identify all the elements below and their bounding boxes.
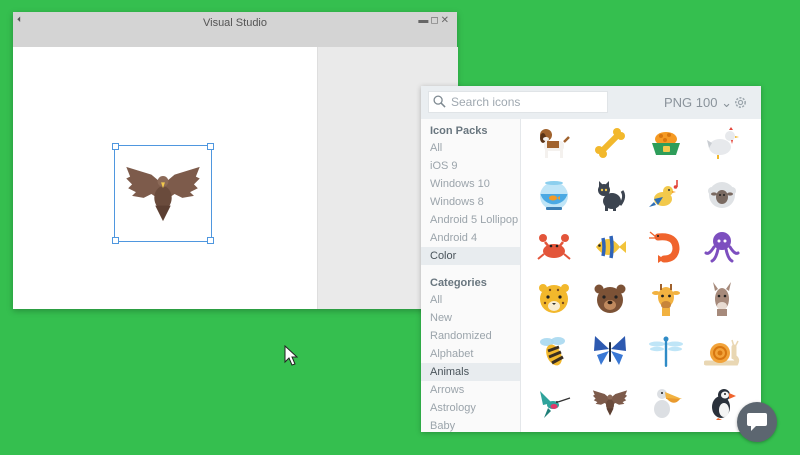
pelican-icon	[654, 389, 682, 418]
gear-icon[interactable]	[733, 95, 748, 110]
chevron-down-icon: ⌄	[721, 95, 733, 110]
icon-tile[interactable]	[526, 171, 582, 223]
icon-tile[interactable]	[638, 379, 694, 431]
butterfly-icon	[594, 336, 626, 365]
icon-tile[interactable]	[694, 275, 750, 327]
search-icon	[433, 95, 446, 108]
icon-tile[interactable]	[638, 223, 694, 275]
icon-pack-ios9[interactable]: iOS 9	[421, 157, 520, 175]
octopus-icon	[704, 232, 740, 263]
sidebar: Icon Packs All iOS 9 Windows 10 Windows …	[421, 119, 521, 432]
icon-tile[interactable]	[582, 327, 638, 379]
eagle-icon	[592, 390, 628, 416]
crab-icon	[537, 234, 571, 260]
singing-bird-icon	[649, 180, 678, 207]
puffin-icon	[712, 389, 736, 420]
bee-icon	[540, 337, 565, 366]
aquarium-icon	[540, 181, 568, 210]
icons-panel: PNG 100 ⌄ Icon Packs All iOS 9 Windows 1…	[421, 86, 761, 432]
icon-tile[interactable]	[526, 223, 582, 275]
window-controls[interactable]: ▬◻✕	[418, 15, 451, 26]
chat-button[interactable]	[737, 402, 777, 442]
icon-tile[interactable]	[694, 171, 750, 223]
format-select[interactable]: PNG 100 ⌄	[664, 95, 732, 111]
hummingbird-icon	[540, 391, 571, 418]
beagle-icon	[540, 129, 570, 158]
icon-tile[interactable]	[582, 171, 638, 223]
bear-icon	[594, 284, 626, 313]
icon-tile[interactable]	[638, 275, 694, 327]
panel-toolbar: PNG 100 ⌄	[421, 86, 761, 119]
mouse-cursor-icon	[284, 345, 298, 366]
icon-tile[interactable]	[582, 119, 638, 171]
icon-tile[interactable]	[638, 327, 694, 379]
icon-tile[interactable]	[638, 119, 694, 171]
icon-tile[interactable]	[694, 223, 750, 275]
icon-pack-windows8[interactable]: Windows 8	[421, 193, 520, 211]
sheep-icon	[708, 182, 736, 208]
category-baby[interactable]: Baby	[421, 417, 520, 432]
category-animals[interactable]: Animals	[421, 363, 520, 381]
icon-tile[interactable]	[582, 223, 638, 275]
selected-image[interactable]	[112, 143, 214, 244]
shrimp-icon	[649, 231, 680, 263]
icon-pack-android4[interactable]: Android 4	[421, 229, 520, 247]
icon-tile[interactable]	[694, 327, 750, 379]
icon-packs-heading: Icon Packs	[430, 125, 488, 137]
icon-grid	[521, 119, 761, 432]
category-alphabet[interactable]: Alphabet	[421, 345, 520, 363]
category-new[interactable]: New	[421, 309, 520, 327]
resize-handle-top-right[interactable]	[207, 143, 214, 150]
icon-pack-color[interactable]: Color	[421, 247, 520, 265]
bone-icon	[595, 128, 625, 158]
category-arrows[interactable]: Arrows	[421, 381, 520, 399]
icon-tile[interactable]	[638, 171, 694, 223]
icon-tile[interactable]	[526, 379, 582, 431]
category-all[interactable]: All	[421, 291, 520, 309]
icon-tile[interactable]	[526, 275, 582, 327]
categories-heading: Categories	[430, 277, 487, 289]
cat-icon	[598, 181, 626, 211]
search-box[interactable]	[428, 91, 608, 113]
resize-handle-bottom-left[interactable]	[112, 237, 119, 244]
format-value: PNG 100	[664, 95, 718, 110]
eagle-icon	[126, 166, 200, 222]
giraffe-icon	[652, 284, 680, 316]
visual-studio-window: ⏴ Visual Studio ▬◻✕	[13, 12, 458, 309]
window-title: Visual Studio	[202, 17, 267, 29]
snail-icon	[704, 339, 740, 366]
category-astrology[interactable]: Astrology	[421, 399, 520, 417]
icon-tile[interactable]	[694, 119, 750, 171]
icon-pack-windows10[interactable]: Windows 10	[421, 175, 520, 193]
icon-tile[interactable]	[582, 379, 638, 431]
chat-bubble-icon	[747, 413, 767, 431]
design-canvas[interactable]	[13, 47, 317, 309]
icon-tile[interactable]	[526, 327, 582, 379]
category-randomized[interactable]: Randomized	[421, 327, 520, 345]
icon-pack-android5[interactable]: Android 5 Lollipop	[421, 211, 520, 229]
chicken-icon	[707, 127, 739, 159]
resize-handle-bottom-right[interactable]	[207, 237, 214, 244]
title-bar[interactable]: ⏴ Visual Studio ▬◻✕	[13, 12, 457, 47]
icon-tile[interactable]	[582, 275, 638, 327]
icon-pack-all[interactable]: All	[421, 139, 520, 157]
tropical-fish-icon	[596, 235, 626, 259]
llama-icon	[713, 282, 731, 316]
icon-tile[interactable]	[526, 119, 582, 171]
search-input[interactable]	[451, 94, 601, 110]
resize-handle-top-left[interactable]	[112, 143, 119, 150]
dragonfly-icon	[649, 336, 683, 367]
leopard-icon	[539, 284, 569, 313]
dog-bowl-icon	[652, 132, 680, 155]
